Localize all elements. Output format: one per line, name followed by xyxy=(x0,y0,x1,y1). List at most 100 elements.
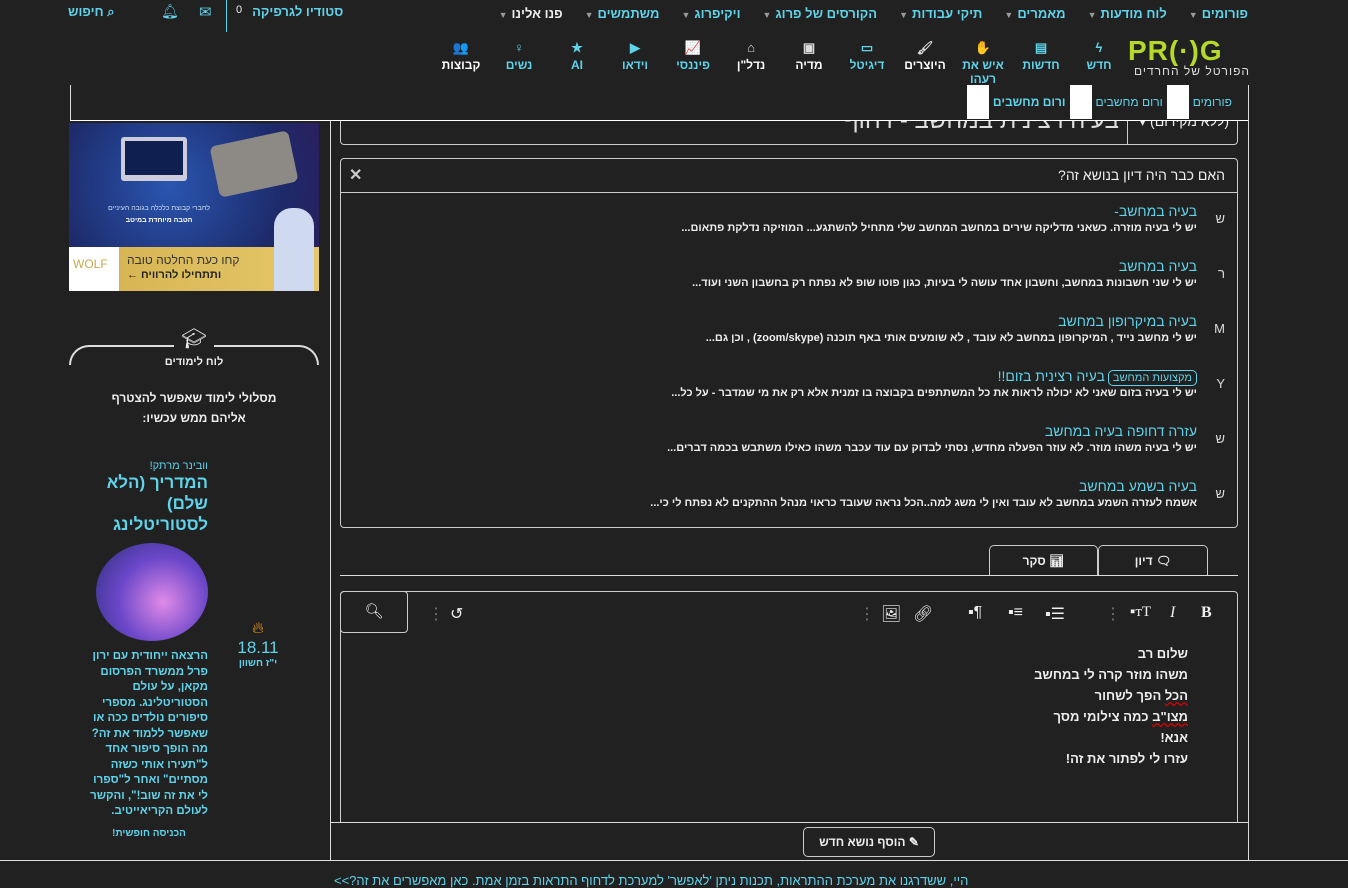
breadcrumb: פורומים ורום מחשבים ורום מחשבים xyxy=(966,85,1232,119)
editor-content[interactable]: שלום רב משהו מוזר קרה לי במחשב הכל הפך ל… xyxy=(1034,643,1188,769)
webinar-card[interactable]: וובינר מרתק! המדריך (הלא שלם) לסטוריטלינ… xyxy=(90,460,208,839)
nav-wiki[interactable]: ויקיפרוג▼ xyxy=(681,6,740,21)
graduation-cap-icon: 🎓︎ xyxy=(174,326,214,352)
more-icon[interactable]: ⋮ xyxy=(428,604,444,624)
thread-snippet: אשמח לעזרה השמע במחשב לא עובד ואין לי מש… xyxy=(650,497,1197,509)
similar-thread-item[interactable]: M בעיה במיקרופון במחשב יש לי מחשב נייד ,… xyxy=(351,313,1225,344)
notification-banner[interactable]: היי, ששדרגנו את מערכת ההתראות, תכנות נית… xyxy=(334,873,968,888)
thread-snippet: יש לי בעיה בזום שאני לא יכולה לראות את כ… xyxy=(671,387,1197,399)
similar-heading: האם כבר היה דיון בנושא זה? xyxy=(1058,167,1225,183)
star-icon: ★ xyxy=(571,40,583,55)
logo-text: PR(·)G xyxy=(1128,35,1223,66)
nav-newspaper[interactable]: ▤ חדשות xyxy=(1012,40,1070,86)
title-input[interactable]: בעיה רצינית במחשב - דחוף xyxy=(844,121,1119,135)
nav-label: דיגיטל xyxy=(849,58,885,72)
ad-sub: לחברי קבוצת כלכלה בגובה העיניים xyxy=(107,205,210,212)
editor-line: מצו"ב כמה צילומי מסך xyxy=(1053,709,1188,724)
tab-discussion[interactable]: 🗨︎ דיון xyxy=(1098,545,1208,576)
thread-title[interactable]: בעיה בשמע במחשב xyxy=(1079,478,1197,494)
similar-thread-item[interactable]: ש עזרה דחופה בעיה במחשב יש לי בעיה משהו … xyxy=(351,423,1225,454)
nav-label: היוצרים xyxy=(904,58,946,72)
handshake-icon: ✋ xyxy=(974,40,992,55)
similar-thread-item[interactable]: Y מקצועות המחשבבעיה רצינית בזום!! יש לי … xyxy=(351,368,1225,399)
nav-bolt[interactable]: ϟ חדש xyxy=(1070,40,1128,86)
studio-link[interactable]: סטודיו לגרפיקה 0 xyxy=(236,4,343,19)
logo-tagline: הפורטל של החרדים xyxy=(1133,64,1250,78)
similar-thread-item[interactable]: ש בעיה בשמע במחשב אשמח לעזרה השמע במחשב … xyxy=(351,478,1225,509)
breadcrumb-current[interactable]: ורום מחשבים xyxy=(993,95,1066,109)
webinar-body: הרצאה ייחודית עם ירון פרל ממשרד הפרסום מ… xyxy=(90,650,208,817)
thread-title[interactable]: בעיה במחשב- xyxy=(1114,203,1197,219)
close-icon[interactable]: ✕ xyxy=(349,165,362,185)
users-icon: 👥 xyxy=(452,40,470,55)
search-button[interactable]: ⌕ חיפוש xyxy=(68,4,115,20)
nav-portfolios[interactable]: תיקי עבודות▼ xyxy=(899,6,982,21)
nav-label: נדל"ן xyxy=(736,58,766,72)
nav-label: חדשות xyxy=(1022,58,1060,72)
mail-icon[interactable]: ✉ xyxy=(199,3,212,21)
editor-line: הכל הפך לשחור xyxy=(1094,688,1188,703)
play-icon: ▶ xyxy=(630,40,640,55)
avatar: ר xyxy=(1218,266,1225,281)
thread-snippet: יש לי בעיה מוזרה. כשאני מדליקה שירים במח… xyxy=(681,222,1197,234)
nav-woman[interactable]: ♀ נשים xyxy=(490,40,548,86)
paragraph-icon[interactable]: ¶▪ xyxy=(968,604,982,622)
images-icon: ▣ xyxy=(802,40,816,55)
nav-chart[interactable]: 📈 פיננסי xyxy=(664,40,722,86)
date-hebrew: י"ז חשוון xyxy=(238,658,278,669)
bolt-icon: ϟ xyxy=(1095,40,1103,55)
breadcrumb-forums[interactable]: פורומים xyxy=(1193,95,1232,109)
ad-banner[interactable]: לחברי קבוצת כלכלה בגובה העיניים הטבה מיו… xyxy=(69,123,319,291)
thread-title[interactable]: בעיה רצינית בזום!! xyxy=(998,368,1105,384)
align-icon[interactable]: ≡▪ xyxy=(1008,604,1023,622)
webinar-cta[interactable]: הכניסה חופשית! xyxy=(90,828,208,839)
nav-articles[interactable]: מאמרים▼ xyxy=(1004,6,1065,21)
tab-poll[interactable]: 📊︎ סקר xyxy=(989,545,1098,576)
comments-icon: 🗨︎ xyxy=(1155,554,1172,568)
newspaper-icon: ▤ xyxy=(1034,40,1048,55)
nav-users[interactable]: משתמשים▼ xyxy=(585,6,660,21)
nav-classifieds[interactable]: לוח מודעות▼ xyxy=(1088,6,1167,21)
learning-desc: מסלולי לימוד שאפשר להצטרף אליהם ממש עכשי… xyxy=(111,391,277,425)
breadcrumb-computers[interactable]: ורום מחשבים xyxy=(1096,95,1163,109)
italic-button[interactable]: I xyxy=(1170,604,1175,622)
editor-line: שלום רב xyxy=(1137,646,1188,661)
nav-label: קבוצות xyxy=(441,58,481,72)
ad-person xyxy=(274,208,314,291)
editor-line: משהו מוזר קרה לי במחשב xyxy=(1034,667,1188,682)
thread-title[interactable]: בעיה במחשב xyxy=(1119,258,1197,274)
nav-contact[interactable]: פנו אלינו▼ xyxy=(499,6,563,21)
learning-title[interactable]: לוח לימודים xyxy=(69,356,319,368)
image-icon[interactable]: 🖼︎ xyxy=(881,604,901,624)
avatar: ש xyxy=(1215,211,1226,226)
nav-users[interactable]: 👥 קבוצות xyxy=(432,40,490,86)
nav-brush[interactable]: 🖌 היוצרים xyxy=(896,40,954,86)
thread-title[interactable]: עזרה דחופה בעיה במחשב xyxy=(1045,423,1197,439)
prefix-select[interactable]: (ללא מקידום) ▾ xyxy=(1127,121,1237,144)
ad-sub2: הטבה מיוחדת במיטב xyxy=(125,217,193,224)
thread-title[interactable]: בעיה במיקרופון במחשב xyxy=(1058,313,1197,329)
thread-snippet: יש לי שני חשבונות במחשב, וחשבון אחד עושה… xyxy=(692,277,1197,289)
list-icon[interactable]: ☰▪ xyxy=(1045,604,1065,624)
bold-button[interactable]: B xyxy=(1201,604,1212,622)
similar-thread-item[interactable]: ר בעיה במחשב יש לי שני חשבונות במחשב, וח… xyxy=(351,258,1225,289)
bell-icon[interactable]: 🔔︎ xyxy=(161,3,179,20)
editor-line: עזרו לי לפתור את זה! xyxy=(1065,751,1188,766)
add-thread-button[interactable]: ✎ הוסף נושא חדש xyxy=(803,827,935,857)
nav-monitor[interactable]: ▭ דיגיטל xyxy=(838,40,896,86)
more-icon[interactable]: ⋮ xyxy=(859,604,875,624)
logo[interactable]: PR(·)G הפורטל של החרדים xyxy=(1128,35,1250,79)
text-size-icon[interactable]: тT▪ xyxy=(1130,604,1151,621)
link-icon[interactable]: 🔗︎ xyxy=(913,604,933,624)
nav-label: חדש xyxy=(1086,58,1112,72)
nav-courses[interactable]: הקורסים של פרוג▼ xyxy=(763,6,878,21)
preview-button[interactable]: 🔍︎ xyxy=(340,591,408,633)
nav-handshake[interactable]: ✋ איש את רעהו xyxy=(954,40,1012,86)
nav-house[interactable]: ⌂ נדל"ן xyxy=(722,40,780,86)
nav-images[interactable]: ▣ מדיה xyxy=(780,40,838,86)
nav-forums[interactable]: פורומים▼ xyxy=(1189,6,1248,21)
nav-star[interactable]: ★ AI xyxy=(548,40,606,86)
undo-icon[interactable]: ↺ xyxy=(450,604,463,624)
nav-play[interactable]: ▶ וידאו xyxy=(606,40,664,86)
similar-thread-item[interactable]: ש בעיה במחשב- יש לי בעיה מוזרה. כשאני מד… xyxy=(351,203,1225,234)
